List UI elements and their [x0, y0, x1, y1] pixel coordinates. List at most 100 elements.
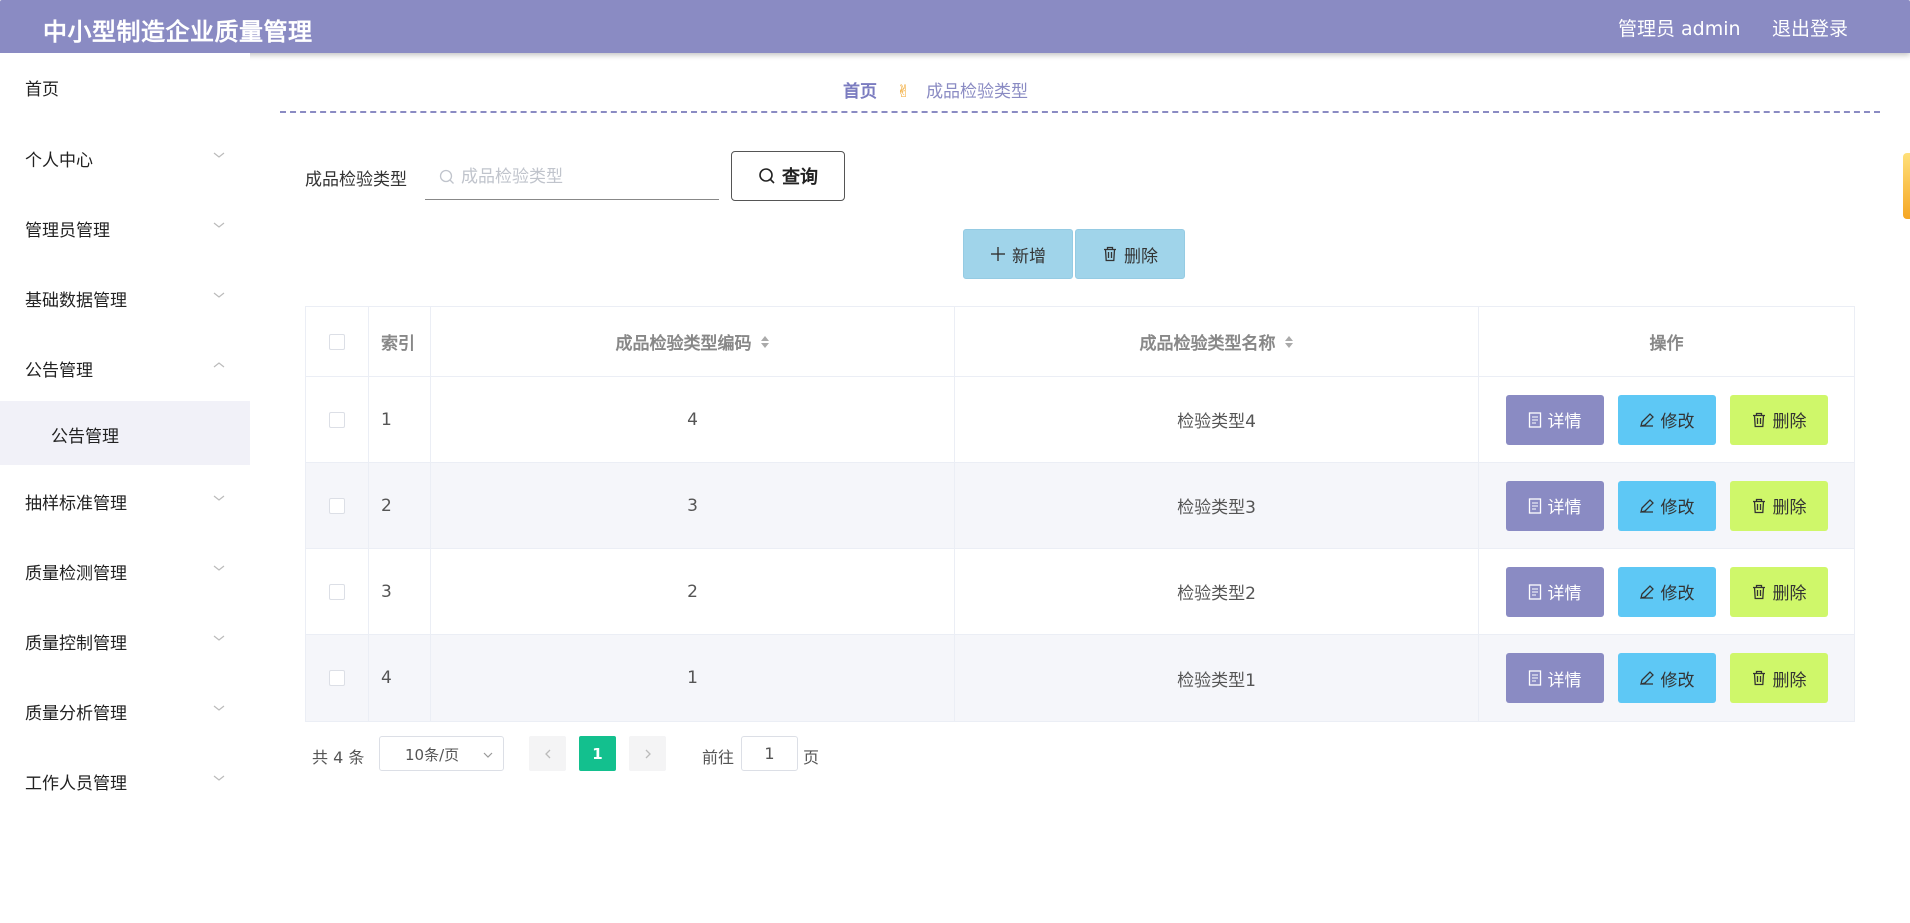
sort-icon[interactable]: [1284, 334, 1294, 350]
goto-page-input[interactable]: [741, 736, 798, 771]
chevron-down-icon: [213, 495, 225, 501]
header-code[interactable]: 成品检验类型编码: [431, 307, 955, 376]
header-name-label: 成品检验类型名称: [1139, 334, 1276, 354]
next-page-button[interactable]: [629, 736, 666, 771]
detail-button[interactable]: 详情: [1505, 394, 1604, 445]
sidebar-item-label: 管理员管理: [25, 221, 110, 241]
row-checkbox-cell: [306, 549, 369, 634]
row-checkbox[interactable]: [329, 497, 345, 514]
search-input[interactable]: [461, 161, 711, 193]
chevron-down-icon: [213, 635, 225, 641]
sidebar-item-basic-data[interactable]: 基础数据管理: [0, 272, 250, 322]
current-user: 管理员 admin: [1618, 18, 1741, 40]
detail-label: 详情: [1547, 670, 1582, 691]
chevron-left-icon: [544, 749, 550, 758]
sort-icon[interactable]: [760, 334, 770, 350]
search-icon: [759, 168, 775, 184]
goto-label: 前往: [702, 748, 735, 767]
sidebar-item-quality-control[interactable]: 质量控制管理: [0, 615, 250, 665]
sidebar-item-profile[interactable]: 个人中心: [0, 132, 250, 182]
header-checkbox-cell: [306, 307, 369, 376]
trash-icon: [1752, 498, 1765, 513]
edit-button[interactable]: 修改: [1617, 394, 1716, 445]
delete-label: 删除: [1772, 412, 1807, 432]
sidebar-item-label: 个人中心: [25, 151, 93, 171]
sidebar-item-admins[interactable]: 管理员管理: [0, 202, 250, 252]
pencil-icon: [1639, 498, 1654, 513]
row-code: 1: [431, 635, 955, 721]
app-header: 中小型制造企业质量管理 管理员 admin 退出登录: [0, 0, 1910, 53]
add-button[interactable]: 新增: [963, 229, 1073, 279]
document-icon: [1528, 497, 1541, 514]
chevron-down-icon: [213, 565, 225, 571]
sidebar-item-label: 工作人员管理: [25, 774, 127, 794]
edit-label: 修改: [1660, 412, 1695, 432]
row-name: 检验类型2: [955, 549, 1479, 634]
row-checkbox-cell: [306, 635, 369, 721]
chevron-up-icon: [213, 362, 225, 368]
sidebar-item-quality-inspection[interactable]: 质量检测管理: [0, 545, 250, 595]
edit-button[interactable]: 修改: [1617, 480, 1716, 531]
row-code: 4: [431, 377, 955, 462]
row-name: 检验类型1: [955, 635, 1479, 721]
breadcrumb-home[interactable]: 首页: [843, 82, 877, 102]
delete-button[interactable]: 删除: [1729, 653, 1828, 703]
row-checkbox-cell: [306, 377, 369, 462]
scrollbar-thumb[interactable]: [1903, 153, 1910, 219]
row-checkbox[interactable]: [329, 670, 345, 686]
sidebar-item-label: 质量检测管理: [25, 564, 127, 584]
row-checkbox-cell: [306, 463, 369, 548]
chevron-down-icon: [213, 292, 225, 298]
page-number-current[interactable]: 1: [579, 736, 616, 771]
delete-button[interactable]: 删除: [1729, 394, 1828, 445]
pencil-icon: [1639, 671, 1654, 685]
row-index: 2: [369, 463, 431, 548]
sidebar-item-quality-analysis[interactable]: 质量分析管理: [0, 685, 250, 735]
row-ops: 详情 修改 删除: [1479, 635, 1854, 721]
row-index: 3: [369, 549, 431, 634]
page-size-select[interactable]: 10条/页: [379, 736, 504, 771]
sidebar-item-sampling[interactable]: 抽样标准管理: [0, 475, 250, 525]
sidebar-item-label: 公告管理: [25, 361, 93, 381]
sidebar-item-staff[interactable]: 工作人员管理: [0, 755, 250, 805]
detail-button[interactable]: 详情: [1505, 653, 1604, 703]
delete-label: 删除: [1772, 584, 1807, 604]
detail-label: 详情: [1547, 412, 1582, 432]
row-code: 2: [431, 549, 955, 634]
select-all-checkbox[interactable]: [329, 333, 345, 350]
chevron-down-icon: [213, 705, 225, 711]
bulk-delete-button[interactable]: 删除: [1075, 229, 1185, 279]
breadcrumb-separator-icon: ✌: [896, 82, 911, 102]
row-index: 1: [369, 377, 431, 462]
document-icon: [1528, 411, 1541, 428]
trash-icon: [1104, 246, 1116, 262]
detail-button[interactable]: 详情: [1505, 480, 1604, 531]
row-code: 3: [431, 463, 955, 548]
delete-button[interactable]: 删除: [1729, 480, 1828, 531]
trash-icon: [1752, 584, 1765, 599]
edit-label: 修改: [1660, 584, 1695, 604]
sidebar-item-notices[interactable]: 公告管理: [0, 342, 250, 392]
pencil-icon: [1639, 412, 1654, 427]
row-ops: 详情 修改 删除: [1479, 463, 1854, 548]
header-index: 索引: [369, 307, 431, 376]
delete-button[interactable]: 删除: [1729, 566, 1828, 617]
table-header-row: 索引 成品检验类型编码 成品检验类型名称 操作: [306, 307, 1854, 377]
sidebar-subitem-notices[interactable]: 公告管理: [0, 401, 250, 465]
prev-page-button[interactable]: [529, 736, 566, 771]
detail-button[interactable]: 详情: [1505, 566, 1604, 617]
query-button[interactable]: 查询: [731, 151, 845, 201]
row-checkbox[interactable]: [329, 583, 345, 600]
sidebar-item-label: 首页: [25, 80, 59, 100]
header-name[interactable]: 成品检验类型名称: [955, 307, 1479, 376]
logout-link[interactable]: 退出登录: [1772, 14, 1848, 41]
sidebar-item-label: 基础数据管理: [25, 291, 127, 311]
document-icon: [1528, 583, 1541, 600]
query-button-label: 查询: [782, 167, 818, 188]
sidebar-item-home[interactable]: 首页: [0, 61, 250, 111]
row-ops: 详情 修改 删除: [1479, 549, 1854, 634]
chevron-down-icon: [213, 152, 225, 158]
row-checkbox[interactable]: [329, 411, 345, 428]
edit-button[interactable]: 修改: [1617, 653, 1716, 703]
edit-button[interactable]: 修改: [1617, 566, 1716, 617]
